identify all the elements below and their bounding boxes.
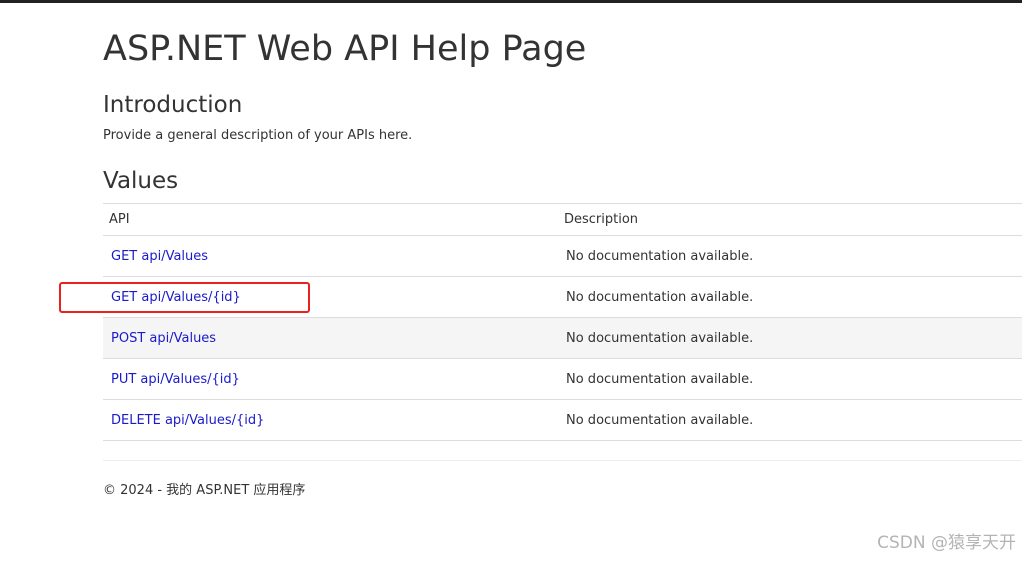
table-row: POST api/Values No documentation availab…	[103, 317, 1022, 359]
column-header-api: API	[103, 203, 558, 236]
description-cell: No documentation available.	[558, 276, 1022, 318]
api-cell: GET api/Values	[103, 235, 558, 277]
description-cell: No documentation available.	[558, 358, 1022, 400]
api-link-get-values[interactable]: GET api/Values	[111, 249, 208, 264]
top-navbar	[0, 0, 1022, 3]
api-link-get-values-id[interactable]: GET api/Values/{id}	[111, 290, 241, 305]
column-header-description: Description	[558, 203, 1022, 236]
footer-copyright: © 2024 - 我的 ASP.NET 应用程序	[103, 483, 306, 498]
table-row: DELETE api/Values/{id} No documentation …	[103, 399, 1022, 441]
description-text: No documentation available.	[566, 412, 754, 428]
api-cell: POST api/Values	[103, 317, 558, 359]
api-cell: PUT api/Values/{id}	[103, 358, 558, 400]
description-text: No documentation available.	[566, 289, 754, 305]
table-row: PUT api/Values/{id} No documentation ava…	[103, 358, 1022, 400]
api-link-put-values-id[interactable]: PUT api/Values/{id}	[111, 372, 240, 387]
api-link-post-values[interactable]: POST api/Values	[111, 331, 216, 346]
api-cell: GET api/Values/{id}	[103, 276, 558, 318]
table-row: GET api/Values No documentation availabl…	[103, 235, 1022, 277]
values-heading: Values	[103, 168, 179, 194]
description-text: No documentation available.	[566, 330, 754, 346]
introduction-heading: Introduction	[103, 92, 243, 118]
table-header-row: API Description	[103, 203, 1022, 236]
table-row: GET api/Values/{id} No documentation ava…	[103, 276, 1022, 318]
watermark-text: CSDN @猿享天开	[877, 533, 1016, 553]
page-title: ASP.NET Web API Help Page	[103, 29, 587, 69]
api-cell: DELETE api/Values/{id}	[103, 399, 558, 441]
introduction-text: Provide a general description of your AP…	[103, 128, 413, 143]
description-cell: No documentation available.	[558, 235, 1022, 277]
footer-divider	[103, 460, 1022, 461]
description-text: No documentation available.	[566, 371, 754, 387]
api-link-delete-values-id[interactable]: DELETE api/Values/{id}	[111, 413, 264, 428]
description-text: No documentation available.	[566, 248, 754, 264]
api-table: API Description GET api/Values No docume…	[103, 203, 1022, 441]
description-cell: No documentation available.	[558, 317, 1022, 359]
description-cell: No documentation available.	[558, 399, 1022, 441]
